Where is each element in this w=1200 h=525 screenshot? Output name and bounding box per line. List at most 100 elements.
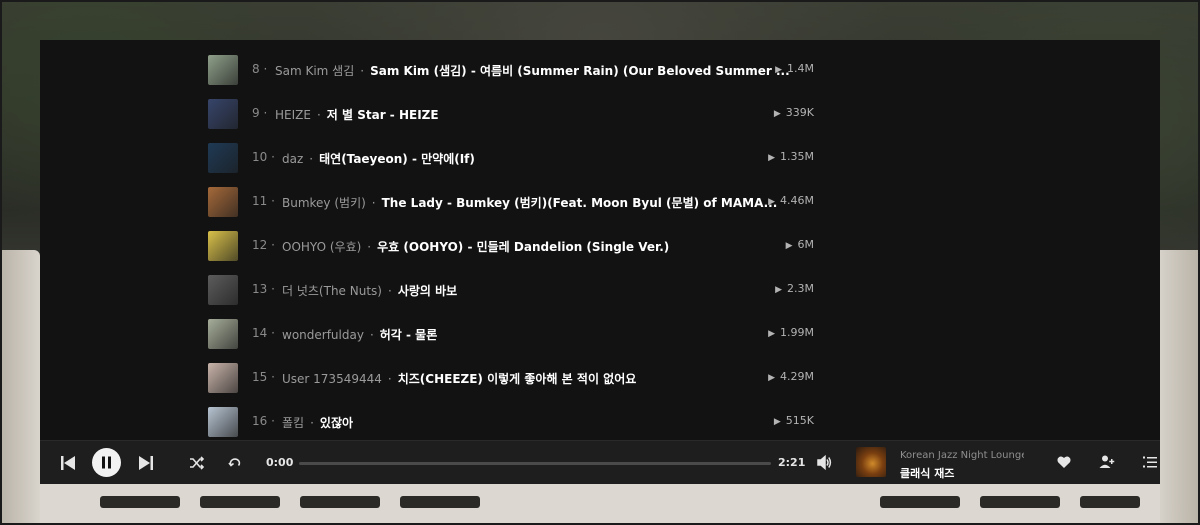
track-artist[interactable]: Sam Kim 샘김 [275,64,354,78]
skip-next-icon[interactable] [136,453,156,473]
separator-dot: · [316,108,321,122]
player-bar: 0:00 2:21 Korean Jazz Night Lounge 클래식 재… [40,440,1160,484]
track-list: 8 · Sam Kim 샘김 · Sam Kim (샘김) - 여름비 (Summe… [40,48,1160,440]
play-count: ▶ 6M [786,238,814,251]
track-meta: Sam Kim 샘김 · Sam Kim (샘김) - 여름비 (Summer Ra… [275,62,790,79]
track-title[interactable]: 태연(Taeyeon) - 만약에(If) [319,152,475,166]
play-count: ▶ 1.99M [768,326,814,339]
separator-dot: · [387,284,392,298]
queue-icon[interactable] [1142,454,1158,470]
track-artist[interactable]: 폴킴 [282,416,304,430]
separator-dot: · [369,328,374,342]
track-row[interactable]: 10 · daz · 태연(Taeyeon) - 만약에(If) ▶ 1.35M [40,136,1160,180]
track-artwork [208,143,238,173]
seek-bar[interactable] [299,462,771,465]
track-title[interactable]: The Lady - Bumkey (범키)(Feat. Moon Byul (… [382,196,778,210]
skip-previous-icon[interactable] [58,453,78,473]
grille-slot [1080,496,1140,508]
track-title[interactable]: 사랑의 바보 [398,284,457,298]
track-row[interactable]: 11 · Bumkey (범키) · The Lady - Bumkey (범키)(… [40,180,1160,224]
track-row[interactable]: 15 · User 173549444 · 치즈(CHEEZE) 이렇게 좋아해 본… [40,356,1160,400]
background-radio-left [0,250,40,525]
separator-dot: · [310,416,314,430]
track-row[interactable]: 9 · HEIZE · 저 별 Star - HEIZE ▶ 339K [40,92,1160,136]
track-meta: HEIZE · 저 별 Star - HEIZE [275,106,439,123]
follow-user-icon[interactable] [1098,453,1116,471]
track-row[interactable]: 13 · 더 넛츠(The Nuts) · 사랑의 바보 ▶ 2.3M [40,268,1160,312]
play-count-value: 4.46M [780,194,814,207]
track-title[interactable]: 허각 - 물론 [380,328,438,342]
track-row[interactable]: 14 · wonderfulday · 허각 - 물론 ▶ 1.99M [40,312,1160,356]
track-title[interactable]: 있잖아 [320,416,353,430]
track-title[interactable]: Sam Kim (샘김) - 여름비 (Summer Rain) (Our Be… [370,64,790,78]
track-artist[interactable]: 더 넛츠(The Nuts) [282,284,382,298]
track-number: 13 · [252,282,275,296]
track-number: 12 · [252,238,275,252]
track-artist[interactable]: daz [282,152,303,166]
play-count: ▶ 339K [774,106,814,119]
track-artwork [208,275,238,305]
play-triangle-icon: ▶ [768,153,776,163]
track-row[interactable]: 12 · OOHYO (우효) · 우효 (OOHYO) - 민들레 Dandeli… [40,224,1160,268]
play-count-value: 6M [797,238,815,251]
now-playing-subtitle[interactable]: 클래식 재즈 [900,465,954,481]
play-count: ▶ 515K [774,414,814,427]
track-title[interactable]: 우효 (OOHYO) - 민들레 Dandelion (Single Ver.) [377,240,669,254]
track-title[interactable]: 치즈(CHEEZE) 이렇게 좋아해 본 적이 없어요 [398,372,637,386]
track-meta: User 173549444 · 치즈(CHEEZE) 이렇게 좋아해 본 적이 없… [282,370,636,387]
separator-dot: · [371,196,376,210]
heart-icon[interactable] [1056,454,1072,470]
pause-button[interactable] [92,448,121,477]
play-count: ▶ 1.35M [768,150,814,163]
play-triangle-icon: ▶ [768,373,776,383]
track-number: 11 · [252,194,275,208]
separator-dot: · [360,64,365,78]
play-triangle-icon: ▶ [773,417,781,427]
track-meta: daz · 태연(Taeyeon) - 만약에(If) [282,150,475,167]
track-artwork [208,407,238,437]
track-artwork [208,99,238,129]
play-count-value: 1.4M [787,62,814,75]
track-row[interactable]: 16 · 폴킴 · 있잖아 ▶ 515K [40,400,1160,444]
track-number: 14 · [252,326,275,340]
current-time: 0:00 [266,456,294,469]
play-triangle-icon: ▶ [768,197,776,207]
track-artist[interactable]: Bumkey (범키) [282,196,366,210]
play-triangle-icon: ▶ [785,241,793,251]
now-playing-artwork[interactable] [856,447,886,477]
track-meta: 폴킴 · 있잖아 [282,414,353,431]
volume-icon[interactable] [816,454,833,471]
track-number: 8 · [252,62,268,76]
track-title[interactable]: 저 별 Star - HEIZE [327,108,439,122]
track-meta: wonderfulday · 허각 - 물론 [282,326,437,343]
pause-icon [102,456,111,469]
play-count-value: 339K [785,106,814,119]
track-artist[interactable]: OOHYO (우효) [282,240,361,254]
track-meta: 더 넛츠(The Nuts) · 사랑의 바보 [282,282,457,299]
track-number: 15 · [252,370,275,384]
track-meta: OOHYO (우효) · 우효 (OOHYO) - 민들레 Dandelion (S… [282,238,669,255]
grille-slot [400,496,480,508]
repeat-icon[interactable] [227,454,243,470]
play-count-value: 1.99M [780,326,814,339]
shuffle-icon[interactable] [188,454,206,472]
grille-slot [100,496,180,508]
separator-dot: · [387,372,392,386]
total-time: 2:21 [778,456,806,469]
play-count: ▶ 1.4M [775,62,814,75]
play-triangle-icon: ▶ [773,109,781,119]
separator-dot: · [367,240,372,254]
separator-dot: · [309,152,314,166]
track-row[interactable]: 8 · Sam Kim 샘김 · Sam Kim (샘김) - 여름비 (Summe… [40,48,1160,92]
track-artist[interactable]: HEIZE [275,108,311,122]
play-count-value: 2.3M [787,282,814,295]
track-number: 16 · [252,414,275,428]
track-artwork [208,187,238,217]
music-player-window: 8 · Sam Kim 샘김 · Sam Kim (샘김) - 여름비 (Summe… [40,40,1160,484]
track-artist[interactable]: wonderfulday [282,328,364,342]
track-artwork [208,363,238,393]
now-playing-title[interactable]: Korean Jazz Night Lounge [900,450,1024,461]
track-meta: Bumkey (범키) · The Lady - Bumkey (범키)(Feat.… [282,194,777,211]
play-triangle-icon: ▶ [768,329,776,339]
track-artist[interactable]: User 173549444 [282,372,382,386]
